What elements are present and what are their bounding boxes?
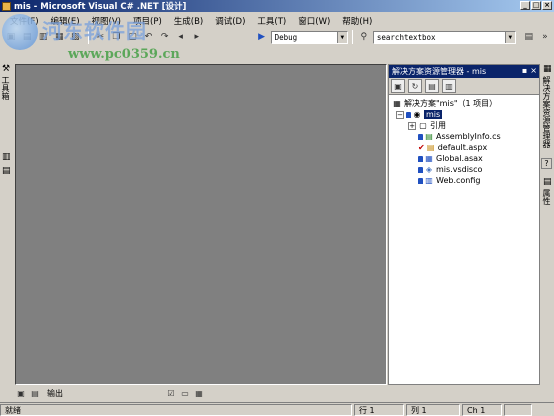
output-tab[interactable]: 输出 <box>47 388 63 399</box>
cs-file-icon: ▤ <box>425 132 433 141</box>
navigate-forward-icon[interactable]: ▸ <box>190 30 204 45</box>
expand-icon[interactable]: + <box>408 121 416 130</box>
server-explorer-icon[interactable]: ▥ <box>0 152 14 162</box>
view-code-icon[interactable]: ▣ <box>391 79 405 93</box>
solution-tree: ▦ 解决方案"mis"（1 项目） − ◉ mis + ▢ 引用 ▤ Assem… <box>389 95 539 186</box>
toolbox-icon[interactable]: ⚒ <box>0 64 14 74</box>
maximize-button[interactable]: □ <box>531 1 541 10</box>
toolbar-separator <box>351 30 353 44</box>
toolbar-overflow-icon[interactable]: » <box>538 30 552 45</box>
lock-icon <box>418 155 423 162</box>
show-all-files-icon[interactable]: ▤ <box>425 79 439 93</box>
solution-explorer-toolbar: ▣ ↻ ▤ ▥ <box>389 78 539 95</box>
menu-debug[interactable]: 调试(D) <box>209 15 251 27</box>
tree-item-label: AssemblyInfo.cs <box>436 132 501 141</box>
vsdisco-file-icon: ◈ <box>425 165 433 174</box>
properties-tab-icon[interactable]: ▤ <box>541 177 554 187</box>
references-icon: ▢ <box>419 121 427 130</box>
bottom-tab-bar: ▣ ▤ 输出 ☑ ▭ ▦ <box>15 386 387 400</box>
status-col: 列 1 <box>406 403 460 416</box>
tree-item-row[interactable]: + ▢ 引用 <box>392 120 539 131</box>
aspx-file-icon: ▤ <box>426 143 435 152</box>
lock-icon <box>418 133 423 140</box>
tree-item-label: mis.vsdisco <box>436 165 483 174</box>
lock-icon <box>418 177 423 184</box>
output-icon[interactable]: ▤ <box>29 387 41 399</box>
status-ready: 就绪 <box>0 403 352 416</box>
status-ins <box>504 403 532 416</box>
pin-icon[interactable]: ▪ <box>522 66 527 75</box>
status-bar: 就绪 行 1 列 1 Ch 1 <box>0 402 554 416</box>
solution-icon: ▦ <box>393 99 401 108</box>
tree-item-row[interactable]: ▦ Global.asax <box>392 153 539 164</box>
title-bar: mis - Microsoft Visual C# .NET [设计] _ □ … <box>0 0 554 12</box>
start-icon[interactable]: ▶ <box>255 30 269 45</box>
solution-explorer-title: 解决方案资源管理器 - mis <box>392 67 487 76</box>
solution-explorer-tab-icon[interactable]: ▦ <box>541 64 554 74</box>
command-window-icon[interactable]: ▭ <box>179 387 191 399</box>
watermark-brand: 河东软件园 <box>42 19 147 43</box>
task-list-icon[interactable]: ▣ <box>15 387 27 399</box>
tree-item-label: default.aspx <box>437 143 488 152</box>
properties-icon[interactable]: ▥ <box>442 79 456 93</box>
web-project-icon: ◉ <box>413 110 421 119</box>
solution-explorer-panel: 解决方案资源管理器 - mis ▪ × ▣ ↻ ▤ ▥ ▦ 解决方案"mis"（… <box>388 64 540 385</box>
checked-out-icon: ✔ <box>418 143 425 152</box>
minimize-button[interactable]: _ <box>520 1 530 10</box>
project-label: mis <box>424 110 443 119</box>
solution-config-value: Debug <box>274 32 298 42</box>
refresh-icon[interactable]: ↻ <box>408 79 422 93</box>
chevron-down-icon[interactable]: ▼ <box>504 31 515 43</box>
status-ch: Ch 1 <box>462 403 502 416</box>
tree-item-label: Web.config <box>436 176 481 185</box>
tree-item-row[interactable]: ▤ AssemblyInfo.cs <box>392 131 539 142</box>
find-combo[interactable]: searchtextbox ▼ <box>372 30 516 44</box>
left-tool-strip: ⚒ 工具箱 ▥ ▤ <box>0 64 14 384</box>
menu-tools[interactable]: 工具(T) <box>251 15 292 27</box>
window-title: mis - Microsoft Visual C# .NET [设计] <box>14 2 187 12</box>
find-results-icon[interactable]: ☑ <box>165 387 177 399</box>
config-file-icon: ▥ <box>425 176 433 185</box>
properties-tab[interactable]: 属性 <box>541 187 552 205</box>
solution-explorer-header: 解决方案资源管理器 - mis ▪ × <box>389 65 539 78</box>
close-icon[interactable]: × <box>530 66 537 75</box>
solution-explorer-icon[interactable]: ▤ <box>522 30 536 45</box>
tree-project-row[interactable]: − ◉ mis <box>392 109 539 120</box>
document-area[interactable] <box>15 64 387 385</box>
lock-icon <box>418 166 423 173</box>
navigate-back-icon[interactable]: ◂ <box>174 30 188 45</box>
lock-icon <box>406 111 411 118</box>
asax-file-icon: ▦ <box>425 154 433 163</box>
right-tool-strip: ▦ 解决方案资源管理器 ? ▤ 属性 <box>541 64 554 384</box>
tree-item-label: 引用 <box>430 121 446 130</box>
solution-config-combo[interactable]: Debug ▼ <box>270 30 348 44</box>
redo-icon[interactable]: ↷ <box>158 30 172 45</box>
tree-item-row[interactable]: ✔ ▤ default.aspx <box>392 142 539 153</box>
help-icon[interactable]: ? <box>541 158 552 169</box>
solution-label: 解决方案"mis"（1 项目） <box>404 99 498 108</box>
breakpoints-icon[interactable]: ▦ <box>193 387 205 399</box>
close-button[interactable]: × <box>542 1 552 10</box>
tree-item-row[interactable]: ▥ Web.config <box>392 175 539 186</box>
watermark-logo <box>2 14 38 50</box>
toolbox-tab[interactable]: 工具箱 <box>0 74 11 100</box>
watermark-url: www.pc0359.cn <box>68 47 180 62</box>
find-value: searchtextbox <box>376 32 436 42</box>
status-row: 行 1 <box>354 403 404 416</box>
menu-build[interactable]: 生成(B) <box>168 15 209 27</box>
collapse-icon[interactable]: − <box>396 110 404 119</box>
tree-solution-row[interactable]: ▦ 解决方案"mis"（1 项目） <box>392 98 539 109</box>
solution-explorer-tab[interactable]: 解决方案资源管理器 <box>541 74 552 148</box>
menu-window[interactable]: 窗口(W) <box>292 15 336 27</box>
chevron-down-icon[interactable]: ▼ <box>336 31 347 43</box>
menu-help[interactable]: 帮助(H) <box>336 15 378 27</box>
tree-item-label: Global.asax <box>436 154 483 163</box>
class-view-icon[interactable]: ▤ <box>0 166 14 176</box>
tree-item-row[interactable]: ◈ mis.vsdisco <box>392 164 539 175</box>
find-in-files-icon[interactable]: ⚲ <box>357 30 371 45</box>
app-icon <box>2 1 11 11</box>
